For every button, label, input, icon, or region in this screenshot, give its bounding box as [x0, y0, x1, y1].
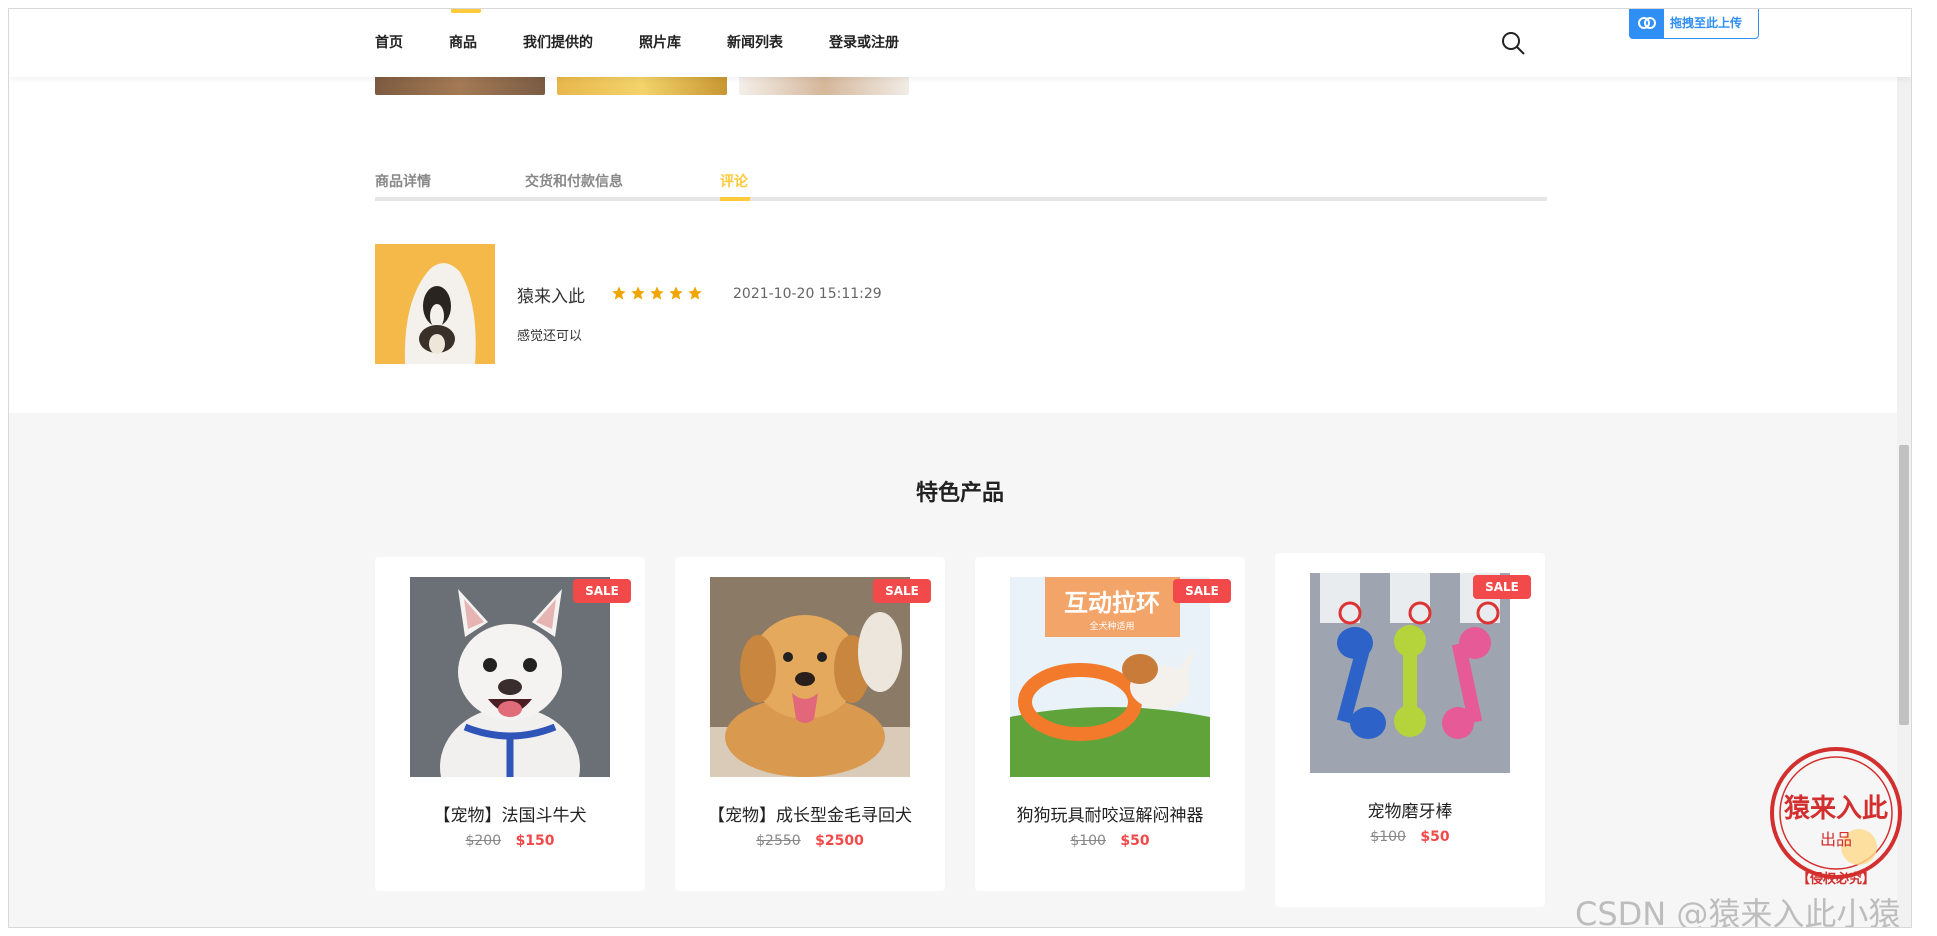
product-prices: $100 $50 [1275, 829, 1545, 845]
toy-banner-subtext: 全犬种适用 [1089, 620, 1134, 632]
product-tabs: 商品详情 交货和付款信息 评论 [375, 159, 1547, 201]
active-tab-indicator [720, 197, 750, 201]
search-icon[interactable] [1499, 29, 1527, 57]
review-item: 猿来入此 2021-10-20 15:11:29 感觉还可以 [375, 244, 1475, 364]
featured-products-section: 特色产品 SALE 【宠物】法国斗牛犬 $200 $150 SALE 【宠物】成… [9, 413, 1911, 927]
reviewer-name: 猿来入此 [517, 287, 585, 307]
product-card[interactable]: SALE 【宠物】成长型金毛寻回犬 $2550 $2500 [675, 557, 945, 891]
sale-badge: SALE [1173, 579, 1231, 603]
browser-viewport: 首页 商品 我们提供的 照片库 新闻列表 登录或注册 拖拽至此上传 商品详情 交… [8, 8, 1912, 928]
original-price: $2550 [756, 833, 801, 849]
product-title[interactable]: 宠物磨牙棒 [1275, 797, 1545, 822]
product-prices: $200 $150 [375, 833, 645, 849]
nav-item-gallery[interactable]: 照片库 [639, 9, 681, 77]
nav-item-login[interactable]: 登录或注册 [829, 9, 899, 77]
nav-item-home[interactable]: 首页 [375, 9, 403, 77]
star-icon [669, 286, 683, 300]
stamp-sub-text: 出品 [1820, 830, 1852, 849]
stamp-footer-text: 【侵权必究】 [1797, 871, 1875, 887]
sale-price: $2500 [815, 833, 864, 849]
product-prices: $100 $50 [975, 833, 1245, 849]
nav-item-products[interactable]: 商品 [449, 9, 481, 77]
product-title[interactable]: 【宠物】成长型金毛寻回犬 [675, 801, 945, 826]
sale-badge: SALE [573, 579, 631, 603]
drag-upload-button[interactable]: 拖拽至此上传 [1629, 9, 1759, 39]
rating-stars [611, 285, 703, 301]
sale-badge: SALE [1473, 575, 1531, 599]
star-icon [631, 286, 645, 300]
sale-badge: SALE [873, 579, 931, 603]
original-price: $100 [1370, 829, 1406, 845]
stamp-main-text: 猿来入此 [1783, 794, 1888, 824]
review-text: 感觉还可以 [517, 329, 583, 344]
sale-price: $150 [515, 833, 555, 849]
product-image[interactable] [1310, 573, 1510, 773]
review-timestamp: 2021-10-20 15:11:29 [733, 286, 882, 302]
toy-banner-text: 互动拉环 [1064, 589, 1160, 617]
main-nav: 首页 商品 我们提供的 照片库 新闻列表 登录或注册 [375, 9, 945, 77]
tab-product-details[interactable]: 商品详情 [375, 171, 431, 191]
tab-delivery-payment[interactable]: 交货和付款信息 [525, 171, 623, 191]
product-card[interactable]: SALE 宠物磨牙棒 $100 $50 [1275, 553, 1545, 907]
section-title: 特色产品 [915, 481, 1004, 506]
sale-price: $50 [1420, 829, 1450, 845]
nav-item-news[interactable]: 新闻列表 [727, 9, 783, 77]
product-card[interactable]: 互动拉环 全犬种适用 SALE 狗狗玩具耐咬逗解闷神器 $100 $50 [975, 557, 1245, 891]
product-card[interactable]: SALE 【宠物】法国斗牛犬 $200 $150 [375, 557, 645, 891]
product-prices: $2550 $2500 [675, 833, 945, 849]
product-image[interactable] [710, 577, 910, 777]
cloud-upload-icon [1630, 9, 1664, 38]
upload-label: 拖拽至此上传 [1670, 15, 1743, 30]
scrollbar-thumb[interactable] [1899, 445, 1909, 725]
reviewer-avatar [375, 244, 495, 364]
nav-item-services[interactable]: 我们提供的 [523, 9, 593, 77]
tab-reviews[interactable]: 评论 [720, 171, 748, 191]
product-image[interactable]: 互动拉环 全犬种适用 [1010, 577, 1210, 777]
star-icon [650, 286, 664, 300]
original-price: $100 [1070, 833, 1106, 849]
csdn-watermark: CSDN @猿来入此小猿 [1575, 895, 1901, 928]
product-title[interactable]: 【宠物】法国斗牛犬 [375, 801, 645, 826]
star-icon [688, 286, 702, 300]
stamp-logo: 猿来入此 出品 【侵权必究】 [1770, 747, 1902, 887]
sale-price: $50 [1120, 833, 1150, 849]
product-image[interactable] [410, 577, 610, 777]
star-icon [612, 286, 626, 300]
original-price: $200 [465, 833, 502, 849]
top-navbar: 首页 商品 我们提供的 照片库 新闻列表 登录或注册 [9, 9, 1911, 77]
product-title[interactable]: 狗狗玩具耐咬逗解闷神器 [975, 801, 1245, 826]
